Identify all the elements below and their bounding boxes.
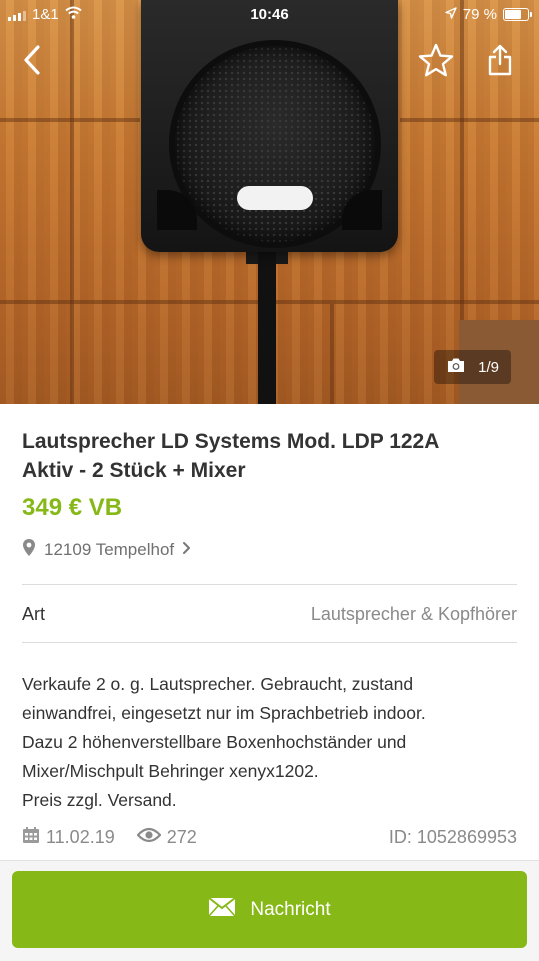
listing-title: Lautsprecher LD Systems Mod. LDP 122A Ak… bbox=[22, 430, 439, 482]
listing-id: ID: 1052869953 bbox=[388, 826, 517, 847]
description-line: Dazu 2 höhenverstellbare Boxenhochstände… bbox=[22, 732, 407, 752]
envelope-icon bbox=[208, 896, 236, 923]
chevron-right-icon bbox=[182, 540, 191, 560]
description-line: Verkaufe 2 o. g. Lautsprecher. Gebraucht… bbox=[22, 674, 414, 694]
attribute-label: Art bbox=[22, 604, 46, 624]
share-button[interactable] bbox=[478, 40, 522, 84]
battery-percent: 79 % bbox=[462, 6, 497, 23]
camera-icon bbox=[446, 357, 466, 377]
description-line: Mixer/Mischpult Behringer xenyx1202. bbox=[22, 761, 319, 781]
status-bar: 1&1 10:46 79 % bbox=[0, 0, 539, 30]
speaker-stand-pole bbox=[258, 250, 276, 404]
listing-meta: 11.02.19 272 ID: 1052869953 bbox=[22, 825, 517, 849]
view-count: 272 bbox=[166, 826, 197, 847]
listing-price: 349 € VB bbox=[22, 494, 123, 521]
photo-counter-text: 1/9 bbox=[478, 358, 499, 376]
favorite-button[interactable] bbox=[414, 40, 458, 84]
speaker-cabinet bbox=[141, 0, 398, 252]
listing-photo[interactable] bbox=[0, 0, 539, 404]
location-arrow-icon bbox=[445, 6, 457, 23]
divider bbox=[22, 584, 517, 585]
date-meta: 11.02.19 bbox=[22, 826, 115, 849]
divider bbox=[22, 642, 517, 643]
message-button-label: Nachricht bbox=[250, 898, 331, 920]
calendar-icon bbox=[22, 826, 40, 849]
views-meta: 272 bbox=[136, 826, 197, 848]
description-line: einwandfrei, eingesetzt nur im Sprachbet… bbox=[22, 703, 426, 723]
battery-icon bbox=[503, 8, 532, 21]
speaker-logo-plate bbox=[237, 186, 313, 210]
message-button[interactable]: Nachricht bbox=[12, 871, 527, 948]
share-icon bbox=[487, 44, 513, 81]
star-outline-icon bbox=[418, 43, 454, 82]
attribute-value: Lautsprecher & Kopfhörer bbox=[310, 604, 517, 624]
back-chevron-icon bbox=[23, 44, 41, 80]
location-text: 12109 Tempelhof bbox=[44, 540, 175, 559]
photo-counter[interactable]: 1/9 bbox=[434, 350, 511, 384]
map-pin-icon bbox=[22, 538, 36, 562]
location-link[interactable]: 12109 Tempelhof bbox=[22, 538, 191, 562]
back-button[interactable] bbox=[10, 40, 54, 84]
description-line: Preis zzgl. Versand. bbox=[22, 790, 177, 810]
eye-icon bbox=[136, 827, 162, 848]
listing-date: 11.02.19 bbox=[46, 826, 115, 847]
listing-description: Verkaufe 2 o. g. Lautsprecher. Gebraucht… bbox=[22, 670, 502, 815]
